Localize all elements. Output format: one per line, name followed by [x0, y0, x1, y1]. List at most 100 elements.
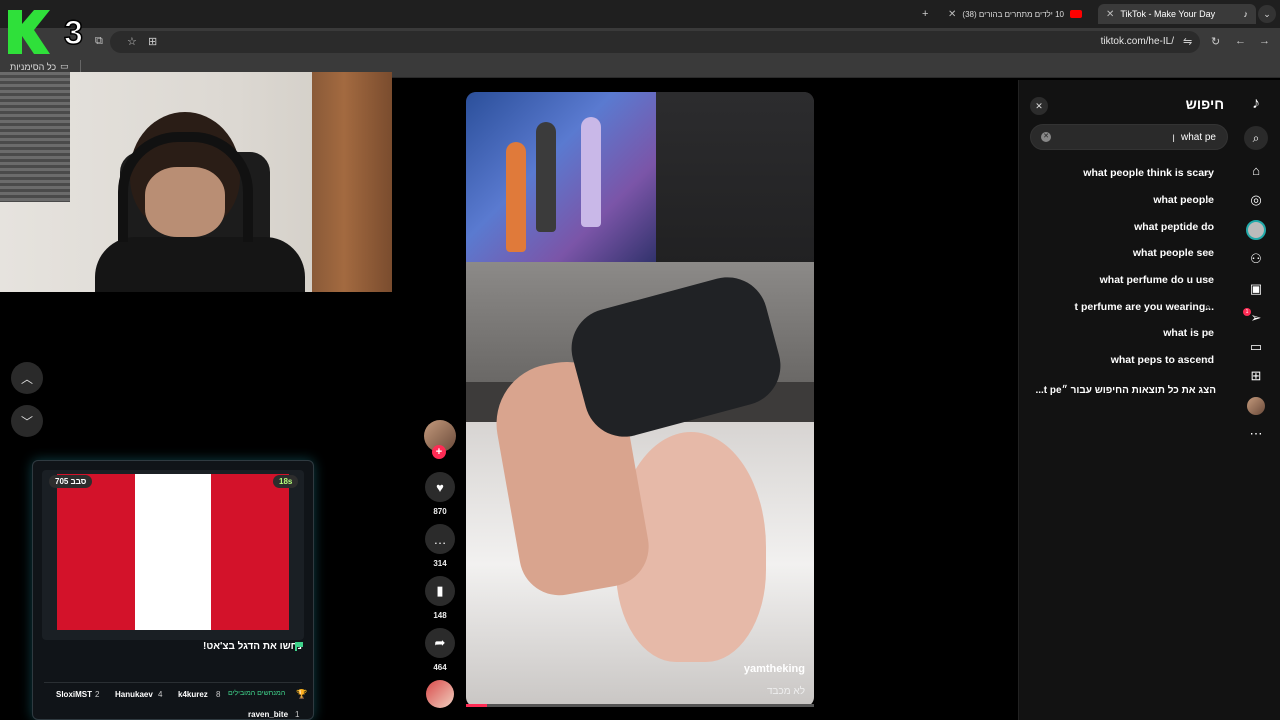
address-bar[interactable]	[110, 31, 1200, 53]
save-button[interactable]: ▮	[425, 576, 455, 606]
leaderboard-divider	[44, 682, 302, 683]
video-player[interactable]	[466, 92, 814, 707]
share-count: 464	[433, 663, 447, 672]
live-avatar-icon[interactable]	[1246, 220, 1266, 240]
search-suggestion[interactable]: what people see	[1133, 247, 1214, 259]
leader-name: Hanukaev	[115, 690, 153, 699]
search-icon: ⌕	[1205, 302, 1211, 313]
flag-icon	[295, 642, 303, 651]
all-bookmarks-label: כל הסימניות	[10, 61, 57, 72]
show-all-results-link[interactable]: הצג את כל תוצאות החיפוש עבור ״t pe...	[1035, 385, 1216, 396]
notification-badge: 1	[1243, 308, 1251, 316]
text-cursor-icon: I	[1172, 133, 1176, 145]
flag-stripe-red-right	[211, 474, 289, 630]
tab-label: 10 ילדים מתחרים בהורים (38)	[962, 9, 1064, 19]
bookmark-icon: ▮	[436, 583, 444, 598]
sound-disc-avatar[interactable]	[426, 680, 454, 708]
search-icon: ⌕	[1205, 248, 1211, 259]
cam-window-shutter	[0, 72, 70, 202]
search-icon: ⌕	[1205, 275, 1211, 286]
leader-score: 8	[216, 690, 221, 699]
forward-icon[interactable]: →	[1259, 35, 1270, 47]
search-panel-title: חיפוש	[1185, 96, 1224, 112]
all-bookmarks[interactable]: כל הסימניות ▭	[10, 61, 69, 72]
leaderboard-label: המנחשים המובילים	[228, 690, 286, 697]
more-dots-icon[interactable]: ⋯	[1246, 424, 1266, 444]
share-arrow-icon: ➦	[434, 635, 446, 650]
video-game-character	[506, 142, 526, 252]
home-icon[interactable]: ⌂	[1246, 161, 1266, 181]
flag-stripe-white	[135, 474, 211, 630]
previous-video-button[interactable]: ︿	[11, 362, 43, 394]
leader-name: raven_bite	[248, 710, 289, 719]
search-icon: ⌕	[1205, 168, 1211, 179]
tab-youtube[interactable]: ✕ 10 ילדים מתחרים בהורים (38)	[940, 4, 1092, 24]
logo-number: 3	[64, 14, 83, 52]
tab-search-icon[interactable]: ⌄	[1258, 5, 1276, 23]
comment-icon: …	[433, 531, 447, 547]
extensions-icon[interactable]: ⧉	[95, 35, 103, 48]
search-icon[interactable]: ⌕	[1244, 126, 1268, 150]
save-count: 148	[433, 611, 447, 620]
site-settings-icon[interactable]: ⇋	[1183, 35, 1192, 48]
like-button[interactable]: ♥	[425, 472, 455, 502]
cam-headset	[118, 132, 253, 242]
bookmark-star-icon[interactable]: ☆	[127, 35, 137, 48]
stream-logo: 3	[8, 10, 84, 54]
close-tab-icon[interactable]: ✕	[948, 9, 956, 20]
tab-tiktok[interactable]: ✕ TikTok - Make Your Day ♪	[1098, 4, 1256, 24]
following-icon[interactable]: ⚇	[1246, 249, 1266, 269]
search-suggestion[interactable]: what peps to ascend	[1111, 354, 1214, 366]
flag-game-title: נחשו את הדגל בצ'אט!	[202, 641, 302, 652]
comment-button[interactable]: …	[425, 524, 455, 554]
video-progress-track[interactable]	[466, 704, 814, 707]
explore-compass-icon[interactable]: ◎	[1246, 190, 1266, 210]
translate-icon[interactable]: ⊞	[148, 35, 157, 48]
search-suggestion[interactable]: what peptide do	[1134, 221, 1214, 233]
follow-plus-icon[interactable]: +	[432, 445, 446, 459]
next-video-button[interactable]: ﹀	[11, 405, 43, 437]
upload-plus-icon[interactable]: ⊞	[1246, 366, 1266, 386]
folder-icon: ▭	[60, 61, 69, 71]
search-icon: ⌕	[1205, 195, 1211, 206]
tab-label: TikTok - Make Your Day	[1120, 9, 1216, 19]
search-icon: ⌕	[1205, 355, 1211, 366]
search-suggestion[interactable]: t perfume are you wearing...	[1075, 301, 1214, 313]
video-caption: לא מכבד	[767, 686, 805, 697]
leader-name: k4kurez	[178, 690, 208, 699]
tiktok-logo-icon[interactable]: ♪	[1246, 94, 1266, 114]
leader-score: 4	[158, 690, 163, 699]
tiktok-favicon-icon: ♪	[1243, 9, 1249, 19]
flag-stripe-red-left	[57, 474, 135, 630]
close-search-button[interactable]: ✕	[1030, 97, 1048, 115]
video-author[interactable]: yamtheking	[744, 663, 805, 675]
new-tab-icon[interactable]: +	[922, 8, 928, 20]
messages-icon[interactable]: ▭	[1246, 337, 1266, 357]
heart-icon: ♥	[436, 479, 444, 495]
like-count: 870	[433, 507, 447, 516]
search-suggestion[interactable]: what perfume do u use	[1100, 274, 1214, 286]
leader-score: 1	[295, 710, 300, 719]
reload-icon[interactable]: ↻	[1211, 35, 1220, 48]
comment-count: 314	[433, 559, 447, 568]
video-game-character	[536, 122, 556, 232]
search-input[interactable]	[1060, 126, 1216, 148]
video-game-character	[581, 117, 601, 227]
leader-name: SloxiMST	[56, 690, 93, 699]
video-progress-fill	[466, 704, 487, 707]
round-badge: סבב 705	[49, 475, 93, 488]
webcam-feed	[0, 72, 392, 292]
search-suggestion[interactable]: what people think is scary	[1083, 167, 1214, 179]
back-icon[interactable]: ←	[1235, 35, 1246, 47]
youtube-favicon-icon	[1069, 10, 1082, 18]
profile-avatar[interactable]	[1247, 397, 1265, 415]
cam-person-body	[95, 237, 305, 292]
clear-search-icon[interactable]: ✕	[1041, 132, 1051, 142]
trophy-icon: 🏆	[296, 689, 308, 699]
close-tab-icon[interactable]: ✕	[1106, 9, 1114, 20]
video-game-screen	[466, 92, 656, 272]
timer-badge: 18s	[273, 475, 299, 488]
url-text[interactable]: tiktok.com/he-IL/	[1101, 36, 1174, 47]
live-tv-icon[interactable]: ▣	[1246, 279, 1266, 299]
share-button[interactable]: ➦	[425, 628, 455, 658]
